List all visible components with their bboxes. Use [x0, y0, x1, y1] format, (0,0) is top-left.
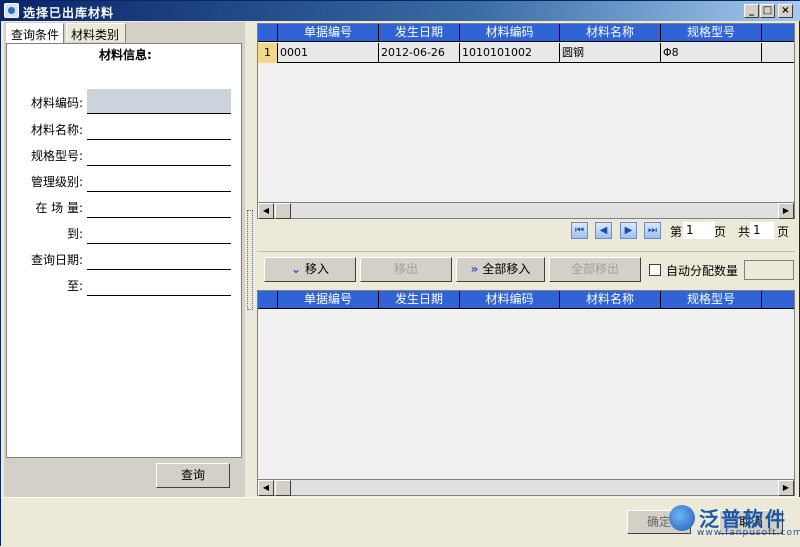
col-material-code[interactable]: 材料编码	[460, 24, 560, 42]
grid-header-corner	[258, 291, 278, 309]
total-label: 共	[738, 225, 751, 239]
next-page-icon[interactable]: ▶	[620, 222, 637, 239]
label-query-date: 查询日期:	[30, 253, 83, 267]
row-number: 1	[258, 43, 278, 63]
col-spec-model[interactable]: 规格型号	[661, 24, 762, 42]
top-grid-hscrollbar[interactable]: ◀ ▶	[258, 202, 794, 219]
panel-splitter[interactable]	[245, 22, 255, 497]
label-spec-model: 规格型号:	[30, 149, 83, 163]
col-date[interactable]: 发生日期	[379, 291, 460, 309]
col-material-code[interactable]: 材料编码	[460, 291, 560, 309]
available-materials-grid: 单据编号 发生日期 材料编码 材料名称 规格型号 1 0001 2012-06-…	[257, 23, 795, 219]
grid-header: 单据编号 发生日期 材料编码 材料名称 规格型号	[258, 291, 794, 309]
cell-material-name: 圆钢	[560, 43, 661, 63]
cell-date: 2012-06-26	[379, 43, 460, 63]
label-material-name: 材料名称:	[30, 123, 83, 137]
page-label: 第	[670, 225, 683, 239]
col-doc-number[interactable]: 单据编号	[278, 291, 379, 309]
label-material-code: 材料编码:	[30, 96, 83, 110]
form-title: 材料信息:	[99, 48, 152, 62]
last-page-icon[interactable]: ⏭	[644, 222, 661, 239]
app-icon	[4, 3, 19, 18]
material-info-form: 材料信息: 材料编码: 材料名称: 规格型号: 管理级别: 在 场 量: 到: …	[6, 43, 242, 458]
first-page-icon[interactable]: ⏮	[571, 222, 588, 239]
col-material-name[interactable]: 材料名称	[560, 24, 661, 42]
scroll-left-icon[interactable]: ◀	[258, 480, 274, 496]
move-toolbar: ⌄ 移入 移出 » 全部移入 全部移出 自动分配数量	[257, 251, 795, 287]
col-material-name[interactable]: 材料名称	[560, 291, 661, 309]
grid-header-corner	[258, 24, 278, 42]
auto-alloc-label: 自动分配数量	[666, 264, 739, 278]
minimize-button[interactable]: _	[744, 4, 759, 18]
dialog-window: 选择已出库材料 _ □ × 查询条件 材料类别 材料信息: 材料编码: 材料名称…	[0, 0, 800, 547]
maximize-button[interactable]: □	[760, 4, 775, 18]
col-date[interactable]: 发生日期	[379, 24, 460, 42]
window-title: 选择已出库材料	[23, 6, 115, 20]
table-row[interactable]: 1 0001 2012-06-26 1010101002 圆钢 Φ8	[258, 43, 794, 63]
chevron-down-icon: ⌄	[290, 262, 302, 276]
grid-header: 单据编号 发生日期 材料编码 材料名称 规格型号	[258, 24, 794, 42]
col-doc-number[interactable]: 单据编号	[278, 24, 379, 42]
cell-doc-number: 0001	[278, 43, 379, 63]
page-input[interactable]: 1	[683, 222, 715, 239]
label-management-level: 管理级别:	[30, 175, 83, 189]
fanpu-logo: 泛普软件 www.fanpusoft.com	[669, 502, 800, 542]
dialog-footer: 确定 取消 泛普软件 www.fanpusoft.com	[1, 497, 800, 547]
on-site-qty-to-input[interactable]	[87, 243, 231, 244]
col-spec-model[interactable]: 规格型号	[661, 291, 762, 309]
page-unit: 页	[714, 225, 727, 239]
material-name-input[interactable]	[87, 139, 231, 140]
scroll-thumb[interactable]	[275, 203, 291, 219]
scroll-thumb[interactable]	[275, 480, 291, 496]
management-level-input[interactable]	[87, 191, 231, 192]
scroll-right-icon[interactable]: ▶	[778, 203, 794, 219]
move-all-in-button[interactable]: » 全部移入	[456, 257, 545, 282]
splitter-grip[interactable]	[247, 210, 253, 310]
prev-page-icon[interactable]: ◀	[595, 222, 612, 239]
label-until: 至:	[66, 279, 83, 293]
spec-model-input[interactable]	[87, 165, 231, 166]
total-unit: 页	[777, 225, 790, 239]
query-panel: 查询条件 材料类别 材料信息: 材料编码: 材料名称: 规格型号: 管理级别: …	[4, 22, 245, 497]
tab-material-category[interactable]: 材料类别	[66, 23, 126, 43]
label-to: 到:	[66, 227, 83, 241]
cell-spec-model: Φ8	[661, 43, 762, 63]
double-chevron-down-icon: »	[470, 262, 479, 276]
move-out-button[interactable]: 移出	[360, 257, 452, 282]
material-code-input[interactable]	[87, 89, 231, 114]
tab-query-conditions[interactable]: 查询条件	[6, 23, 64, 44]
selected-materials-grid: 单据编号 发生日期 材料编码 材料名称 规格型号 ◀ ▶	[257, 290, 795, 496]
scroll-left-icon[interactable]: ◀	[258, 203, 274, 219]
query-date-from-input[interactable]	[87, 269, 231, 270]
query-date-to-input[interactable]	[87, 295, 231, 296]
bottom-grid-hscrollbar[interactable]: ◀ ▶	[258, 479, 794, 496]
logo-url: www.fanpusoft.com	[697, 528, 800, 538]
move-all-out-button[interactable]: 全部移出	[549, 257, 641, 282]
move-in-button[interactable]: ⌄ 移入	[264, 257, 356, 282]
auto-alloc-checkbox[interactable]	[649, 264, 661, 276]
cell-material-code: 1010101002	[460, 43, 560, 63]
logo-icon	[669, 505, 695, 531]
total-pages: 1	[750, 222, 774, 239]
close-button[interactable]: ×	[778, 4, 793, 18]
title-bar[interactable]: 选择已出库材料 _ □ ×	[1, 1, 800, 21]
auto-alloc-qty-input[interactable]	[744, 260, 794, 280]
label-on-site-qty: 在 场 量:	[35, 201, 83, 215]
on-site-qty-from-input[interactable]	[87, 217, 231, 218]
pagination-bar: ⏮ ◀ ▶ ⏭ 第 1 页 共 1 页	[257, 220, 795, 242]
query-button[interactable]: 查询	[156, 463, 230, 488]
scroll-right-icon[interactable]: ▶	[778, 480, 794, 496]
